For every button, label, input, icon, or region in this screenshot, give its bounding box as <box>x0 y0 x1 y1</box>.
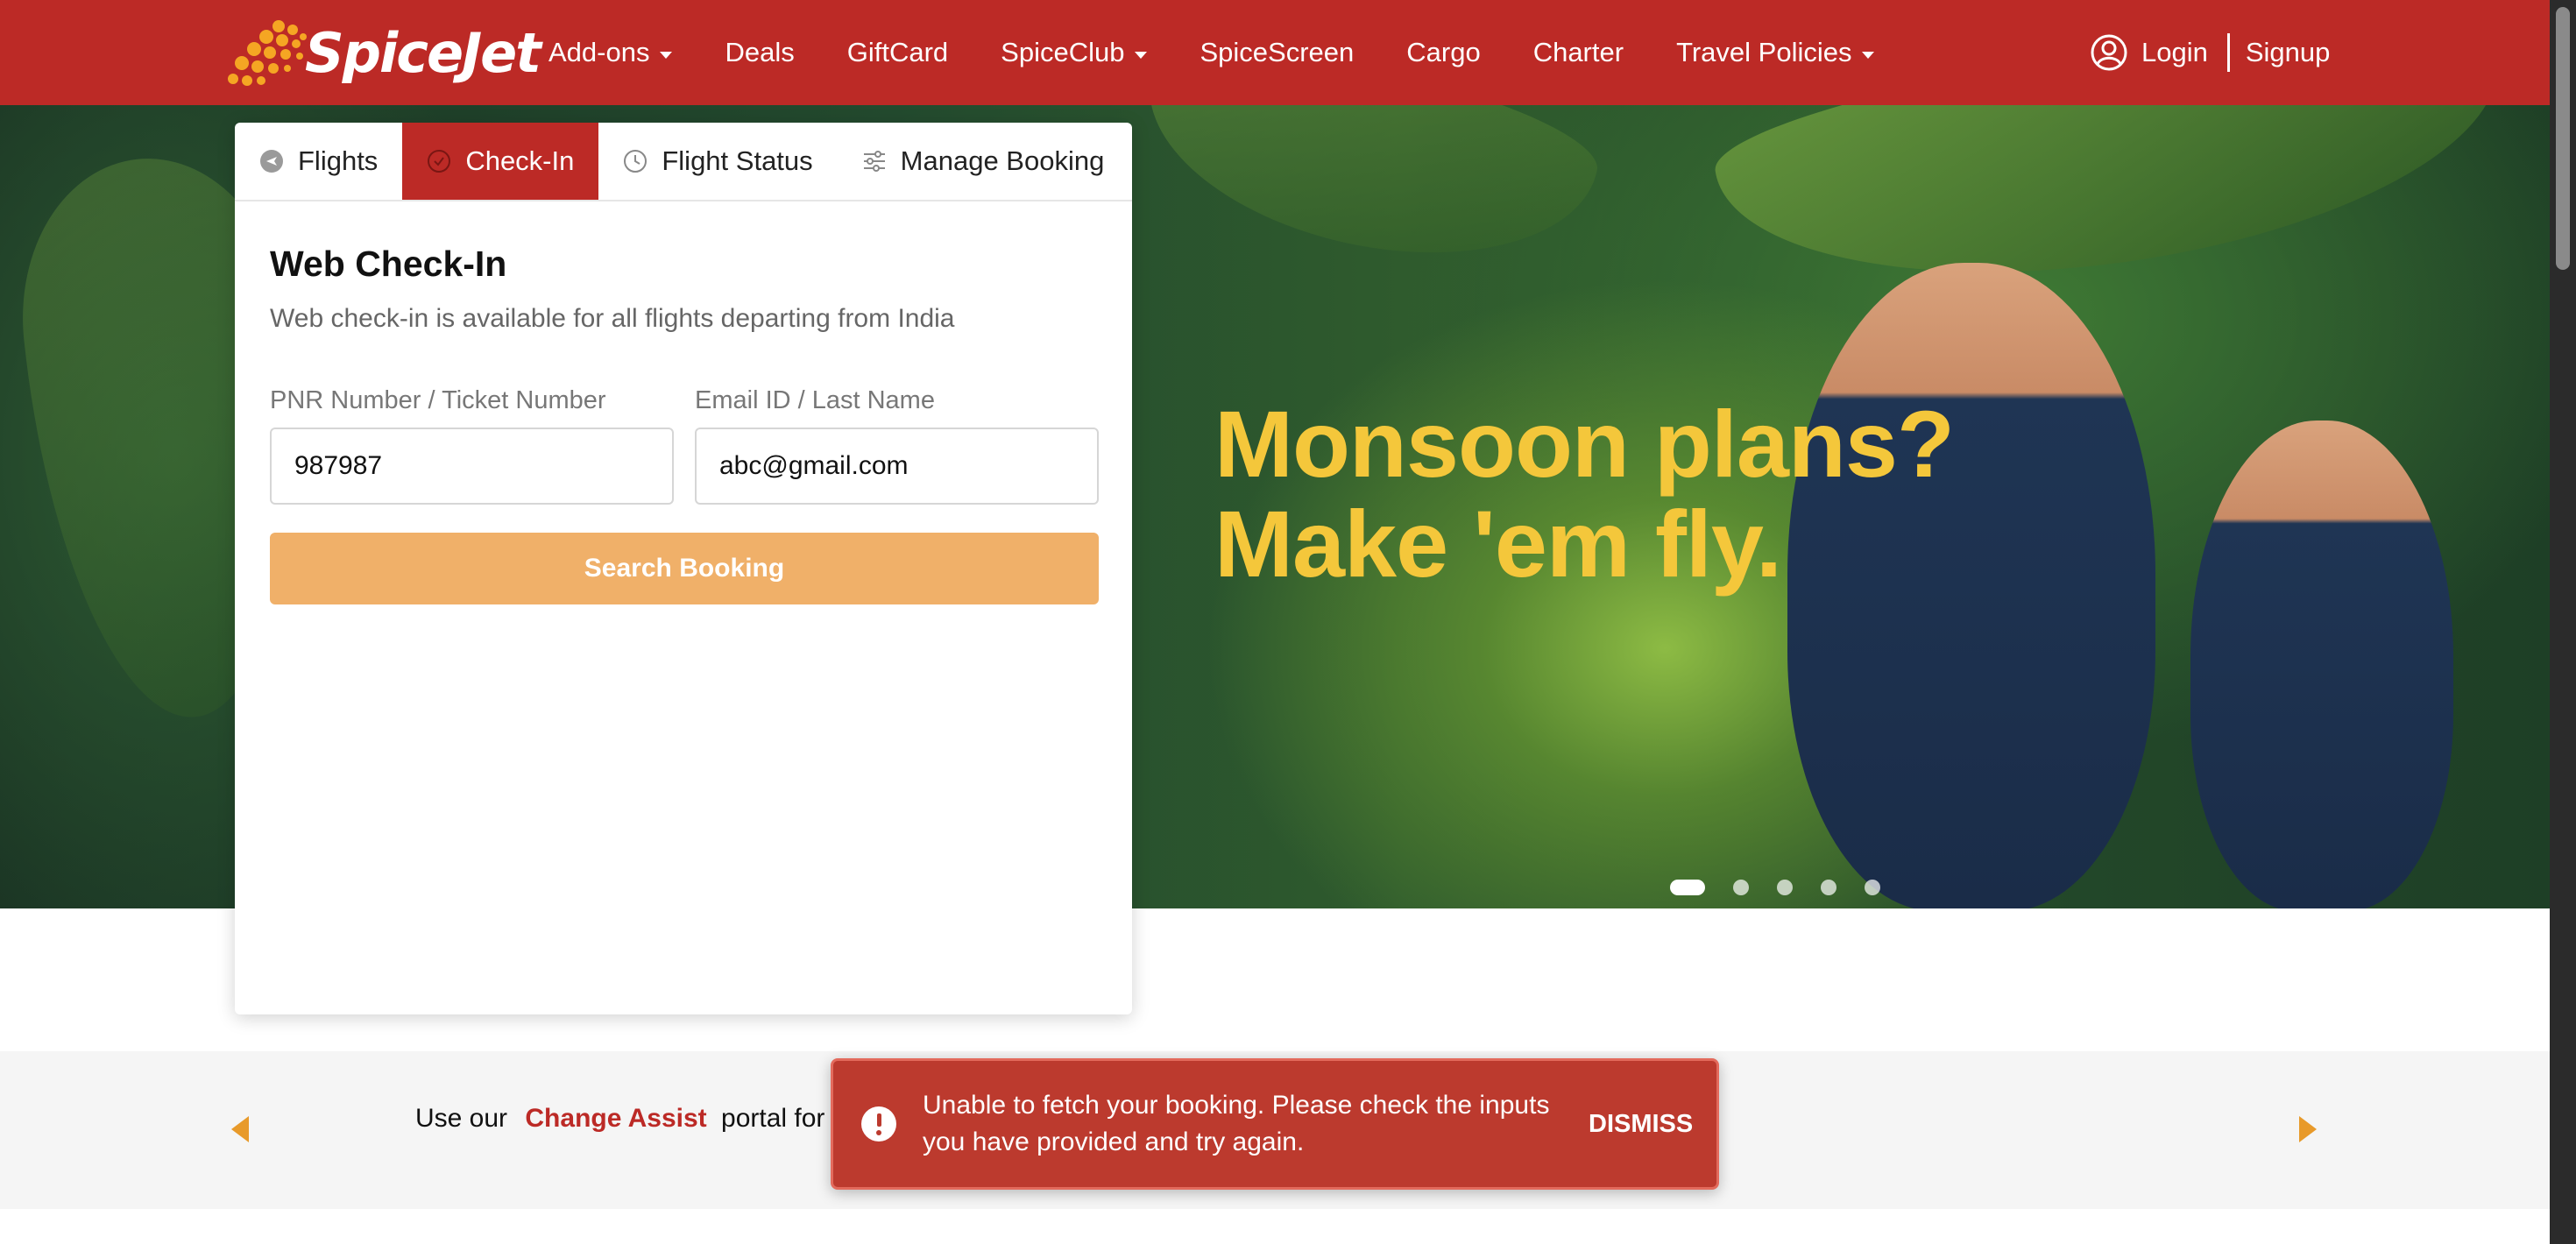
pnr-field-group: PNR Number / Ticket Number <box>270 386 674 505</box>
nav-charter[interactable]: Charter <box>1533 37 1624 68</box>
caret-down-icon <box>1135 52 1148 59</box>
child-photo <box>2190 421 2453 908</box>
tab-label: Check-In <box>465 145 575 176</box>
caret-down-icon <box>660 52 673 59</box>
carousel-dot[interactable] <box>1777 880 1793 895</box>
widget-tabs: Flights Check-In Flight Status Manage Bo… <box>235 123 1132 201</box>
nav-label: Deals <box>725 37 795 67</box>
banana-leaf-image <box>1706 105 2517 317</box>
plane-icon <box>260 150 283 173</box>
nav-spiceclub[interactable]: SpiceClub <box>1001 37 1148 68</box>
hero-headline: Monsoon plans? Make 'em fly. <box>1214 391 1955 597</box>
form-subtitle: Web check-in is available for all flight… <box>270 304 955 333</box>
clock-icon <box>624 150 648 173</box>
checkin-form: Web Check-In Web check-in is available f… <box>235 201 1132 604</box>
nav-label: Add-ons <box>548 37 650 67</box>
info-suffix: portal for e <box>721 1104 847 1133</box>
top-nav: SpiceJet Add-ons Deals GiftCard SpiceClu… <box>0 0 2550 105</box>
pnr-input[interactable] <box>270 428 674 505</box>
error-toast: Unable to fetch your booking. Please che… <box>831 1058 1719 1190</box>
checkin-icon <box>428 150 451 173</box>
signup-link[interactable]: Signup <box>2246 37 2331 68</box>
nav-deals[interactable]: Deals <box>725 37 794 68</box>
carousel-dot[interactable] <box>1865 880 1880 895</box>
tab-flights[interactable]: Flights <box>235 123 402 200</box>
toast-message: Unable to fetch your booking. Please che… <box>923 1091 1550 1156</box>
change-assist-link[interactable]: Change Assist <box>525 1104 706 1133</box>
headline-line: Make 'em fly. <box>1214 491 1782 597</box>
nav-giftcard[interactable]: GiftCard <box>847 37 948 68</box>
arrow-right-icon[interactable] <box>2299 1116 2317 1142</box>
email-input[interactable] <box>695 428 1099 505</box>
nav-label: SpiceScreen <box>1200 37 1355 67</box>
carousel-dots <box>1670 880 1908 895</box>
foliage-image <box>1125 105 1609 291</box>
field-row: PNR Number / Ticket Number Email ID / La… <box>270 386 1099 505</box>
account-links: Login Signup <box>2091 0 2330 105</box>
pnr-label: PNR Number / Ticket Number <box>270 386 606 414</box>
info-prefix: Use our <box>415 1104 508 1133</box>
email-field-group: Email ID / Last Name <box>695 386 1099 505</box>
nav-cargo[interactable]: Cargo <box>1406 37 1480 68</box>
nav-spicescreen[interactable]: SpiceScreen <box>1200 37 1354 68</box>
carousel-dot[interactable] <box>1821 880 1836 895</box>
tab-flight-status[interactable]: Flight Status <box>598 123 837 200</box>
scrollbar[interactable] <box>2550 0 2576 1244</box>
carousel-dot[interactable] <box>1670 880 1705 895</box>
nav-label: Travel Policies <box>1676 37 1852 67</box>
alert-icon <box>861 1106 896 1142</box>
main-menu: Add-ons Deals GiftCard SpiceClub SpiceSc… <box>548 0 1927 105</box>
carousel-dot[interactable] <box>1733 880 1749 895</box>
dismiss-button[interactable]: DISMISS <box>1589 1110 1693 1139</box>
spicejet-logo[interactable]: SpiceJet <box>226 14 541 91</box>
tab-label: Flights <box>298 145 379 176</box>
scrollbar-thumb[interactable] <box>2556 7 2570 270</box>
arrow-left-icon[interactable] <box>231 1116 249 1142</box>
sliders-icon <box>863 151 885 172</box>
nav-label: GiftCard <box>846 37 949 67</box>
tab-check-in[interactable]: Check-In <box>402 123 599 200</box>
nav-add-ons[interactable]: Add-ons <box>548 37 673 68</box>
email-label: Email ID / Last Name <box>695 386 935 414</box>
nav-label: SpiceClub <box>1001 37 1125 67</box>
caret-down-icon <box>1862 52 1875 59</box>
info-text: Use our Change Assist portal for e <box>415 1104 846 1134</box>
tab-label: Flight Status <box>662 145 813 176</box>
logo-mark-icon <box>228 20 307 86</box>
brand-name: SpiceJet <box>305 20 541 85</box>
search-booking-button[interactable]: Search Booking <box>270 533 1099 604</box>
booking-widget: Flights Check-In Flight Status Manage Bo… <box>235 123 1132 1014</box>
headline-line: Monsoon plans? <box>1214 391 1955 497</box>
form-title: Web Check-In <box>270 244 507 284</box>
nav-label: Cargo <box>1406 37 1481 67</box>
nav-travel-policies[interactable]: Travel Policies <box>1676 37 1875 68</box>
user-icon[interactable] <box>2091 34 2127 71</box>
nav-label: Charter <box>1532 37 1624 67</box>
divider <box>2226 33 2230 72</box>
tab-manage-booking[interactable]: Manage Booking <box>838 123 1129 200</box>
tab-label: Manage Booking <box>900 145 1105 176</box>
login-link[interactable]: Login <box>2141 37 2208 68</box>
